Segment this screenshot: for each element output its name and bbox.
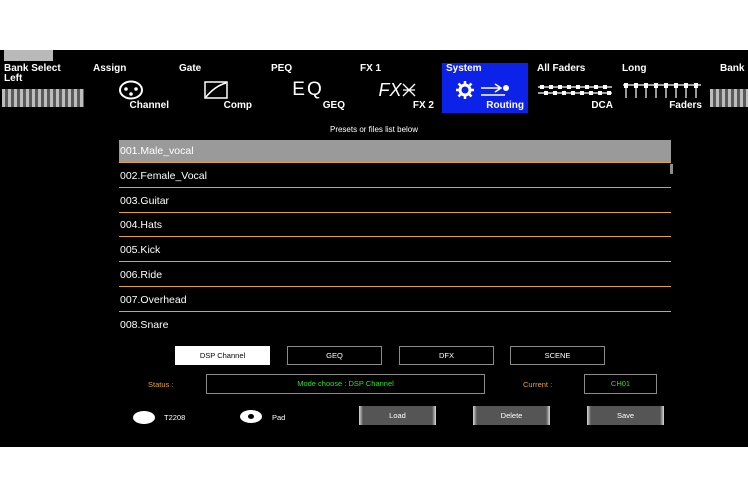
- assign-channel-button[interactable]: Assign Channel: [89, 63, 173, 113]
- fx2-label: FX 2: [412, 100, 434, 111]
- long-faders-button[interactable]: Long Faders: [618, 63, 706, 113]
- channel-label: Channel: [129, 100, 169, 111]
- system-routing-button[interactable]: System Routing: [442, 63, 528, 113]
- faders-label: Faders: [669, 100, 702, 111]
- save-button[interactable]: Save: [587, 406, 664, 425]
- preset-list[interactable]: 001.Male_vocal 002.Female_Vocal 003.Guitar…: [119, 140, 675, 336]
- preset-row[interactable]: 001.Male_vocal: [119, 140, 671, 163]
- pad-radio[interactable]: [240, 410, 262, 423]
- xlr-connector-icon: [89, 79, 173, 101]
- t2208-label: T2208: [164, 413, 186, 422]
- pad-label: Pad: [272, 413, 286, 422]
- preset-row[interactable]: 008.Snare: [119, 314, 671, 336]
- bank-right-label: Bank: [720, 63, 745, 74]
- bank-select-left-button[interactable]: Bank Select Left: [0, 63, 88, 113]
- geq-label: GEQ: [322, 100, 345, 111]
- routing-label: Routing: [486, 100, 524, 111]
- load-button[interactable]: Load: [359, 406, 436, 425]
- comp-label: Comp: [223, 100, 252, 111]
- faders-grid-icon: [533, 79, 617, 101]
- peq-label: PEQ: [271, 63, 293, 74]
- eq-icon: EQ: [292, 79, 324, 100]
- dsp-channel-button[interactable]: DSP Channel: [175, 346, 270, 365]
- fx-button[interactable]: FX 1 FX FX 2: [356, 63, 438, 113]
- presets-list-caption: Presets or files list below: [329, 125, 419, 134]
- system-label: System: [446, 63, 482, 74]
- preset-row[interactable]: 005.Kick: [119, 239, 671, 263]
- long-faders-icon: [618, 79, 706, 101]
- dfx-button[interactable]: DFX: [399, 346, 494, 365]
- scene-button[interactable]: SCENE: [510, 346, 605, 365]
- compressor-curve-icon: [175, 79, 256, 101]
- dca-label: DCA: [591, 100, 613, 111]
- fx-icon: FX: [356, 79, 438, 101]
- gear-routing-icon: [442, 79, 528, 101]
- window-tab[interactable]: [4, 50, 53, 61]
- t2208-radio[interactable]: [133, 411, 155, 424]
- preset-row[interactable]: 004.Hats: [119, 214, 671, 238]
- current-label: Current :: [523, 380, 553, 389]
- fx1-label: FX 1: [360, 63, 382, 74]
- delete-button[interactable]: Delete: [473, 406, 550, 425]
- current-channel-field: CH01: [584, 374, 657, 394]
- bank-select-right-button[interactable]: Bank: [708, 63, 748, 113]
- preset-row[interactable]: 007.Overhead: [119, 289, 671, 312]
- radio-selected-dot: [248, 414, 254, 419]
- status-field: Mode choose : DSP Channel: [206, 374, 485, 394]
- peq-geq-button[interactable]: PEQ EQ GEQ: [267, 63, 349, 113]
- all-faders-label: All Faders: [537, 63, 586, 74]
- preset-row[interactable]: 003.Guitar: [119, 190, 671, 213]
- preset-row[interactable]: 002.Female_Vocal: [119, 165, 671, 188]
- gate-comp-button[interactable]: Gate Comp: [175, 63, 256, 113]
- bank-left-bars-icon: [2, 89, 84, 107]
- status-label: Status :: [148, 380, 174, 389]
- all-faders-dca-button[interactable]: All Faders DCA: [533, 63, 617, 113]
- bank-select-left-label: Bank Select Left: [4, 63, 61, 84]
- preset-row[interactable]: 006.Ride: [119, 264, 671, 287]
- bank-right-bars-icon: [710, 89, 748, 107]
- assign-label: Assign: [93, 63, 127, 74]
- gate-label: Gate: [179, 63, 202, 74]
- long-label: Long: [622, 63, 647, 74]
- geq-button[interactable]: GEQ: [287, 346, 382, 365]
- list-scrollbar[interactable]: [670, 164, 673, 174]
- app-window: Bank Select Left Assign Channel Gate Com…: [0, 50, 748, 447]
